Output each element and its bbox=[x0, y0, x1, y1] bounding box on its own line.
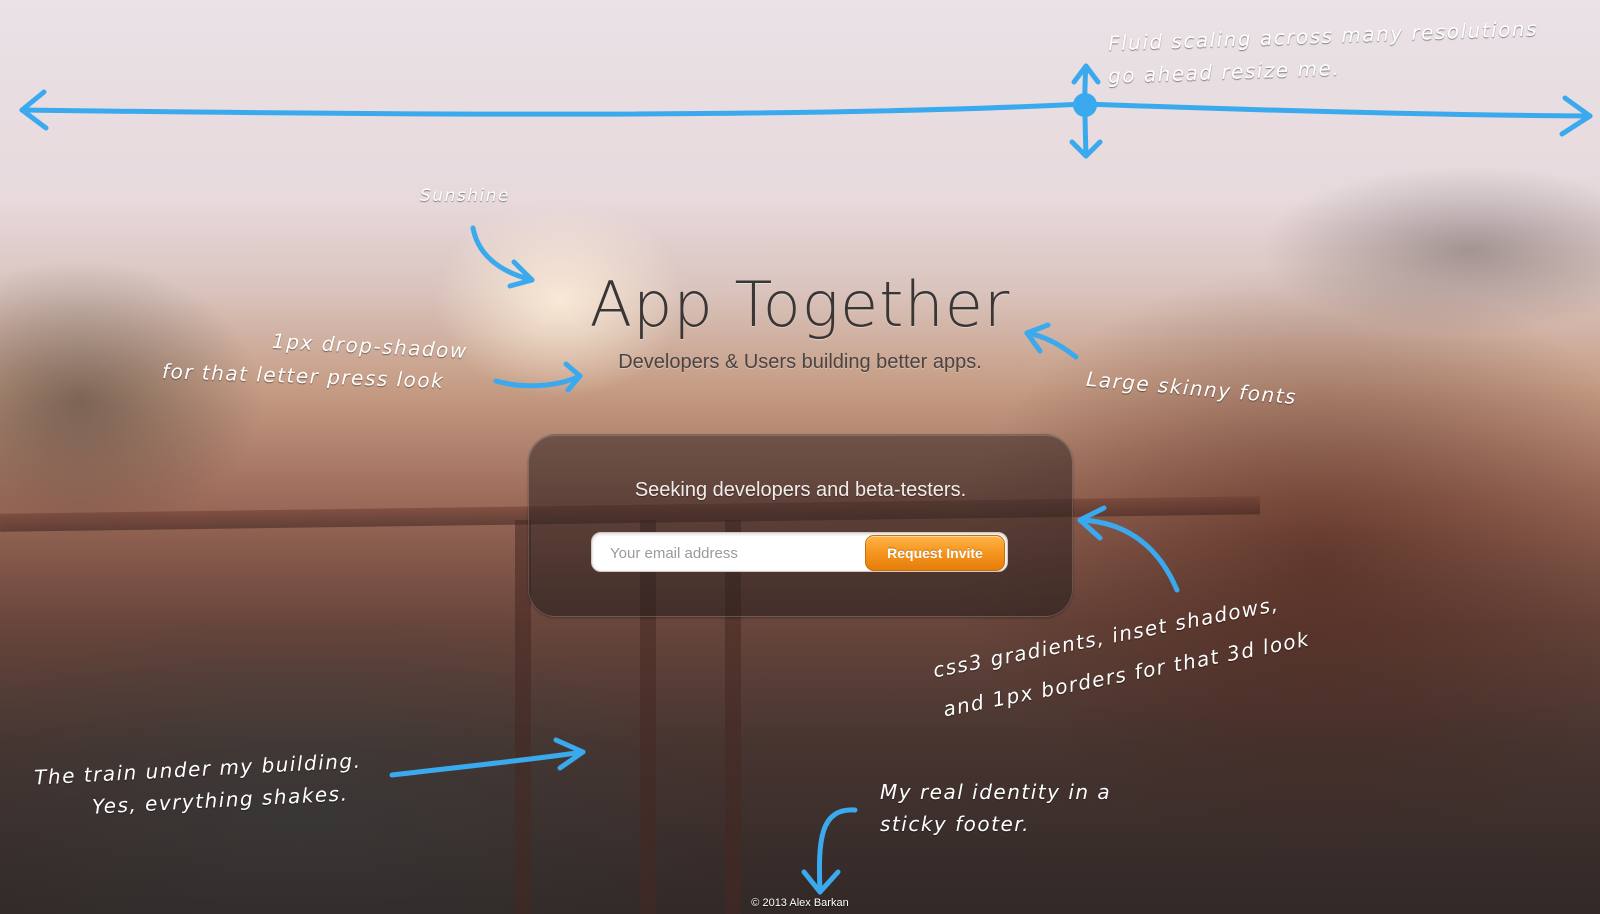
train-arrow-icon bbox=[389, 749, 586, 778]
annotation-real-identity: My real identity in a bbox=[880, 780, 1112, 804]
email-input[interactable] bbox=[608, 533, 882, 573]
page-subtitle: Developers & Users building better apps. bbox=[618, 351, 982, 373]
request-invite-button[interactable]: Request Invite bbox=[865, 535, 1005, 571]
dropshadow-arrow-icon bbox=[493, 373, 583, 389]
resize-handle-icon bbox=[1073, 93, 1097, 117]
email-form: Request Invite bbox=[591, 532, 1008, 573]
page-title: App Together bbox=[589, 268, 1011, 341]
horizontal-resize-arrow-icon bbox=[19, 101, 1593, 119]
footer-arrow-icon bbox=[816, 807, 858, 895]
signup-heading: Seeking developers and beta-testers. bbox=[634, 479, 967, 501]
signup-panel: Seeking developers and beta-testers. Req… bbox=[528, 434, 1073, 617]
copyright-footer: © 2013 Alex Barkan bbox=[751, 897, 849, 909]
annotation-sunshine: Sunshine bbox=[420, 186, 510, 206]
annotation-sticky-footer: sticky footer. bbox=[880, 812, 1030, 836]
